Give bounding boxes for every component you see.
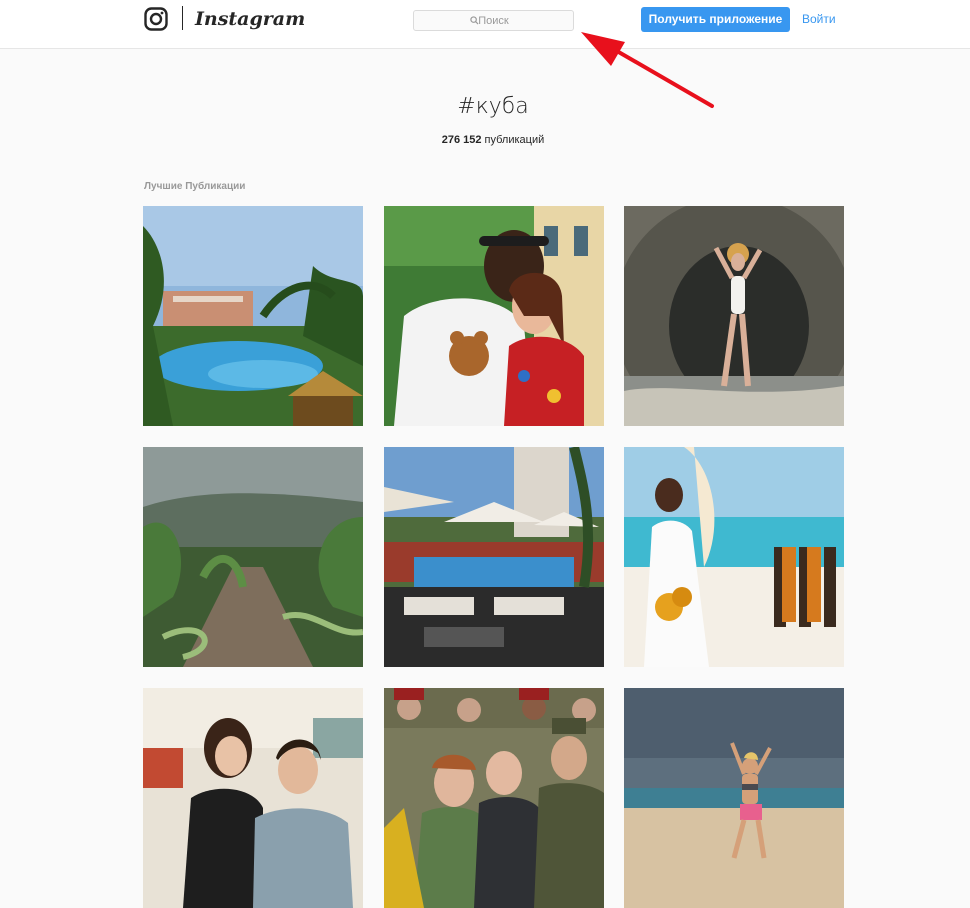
post-image <box>384 206 604 426</box>
post-image <box>624 447 844 667</box>
post-image <box>384 447 604 667</box>
instagram-camera-icon[interactable] <box>144 7 168 31</box>
post-count: 276 152 публикаций <box>0 132 970 148</box>
post-tile-crowd-leaders[interactable] <box>384 688 604 908</box>
top-posts-heading: Лучшие Публикации <box>144 181 246 192</box>
post-tile-sea-cave[interactable] <box>624 206 844 426</box>
post-tile-banana-plantation[interactable] <box>143 447 363 667</box>
post-tile-resort-pool[interactable] <box>143 206 363 426</box>
post-count-suffix: публикаций <box>484 134 545 146</box>
instagram-wordmark[interactable]: Instagram <box>195 4 305 34</box>
search-box[interactable] <box>413 10 574 31</box>
post-count-number: 276 152 <box>441 134 482 146</box>
post-image <box>624 206 844 426</box>
login-link[interactable]: Войти <box>802 7 836 32</box>
post-image <box>143 688 363 908</box>
post-image <box>624 688 844 908</box>
post-tile-woman-beach[interactable] <box>624 688 844 908</box>
post-tile-poolside-umbrellas[interactable] <box>384 447 604 667</box>
post-tile-bride-beach[interactable] <box>624 447 844 667</box>
post-tile-couple-in-car[interactable] <box>143 688 363 908</box>
logo-divider <box>182 6 183 30</box>
top-bar: Instagram Получить приложение Войти <box>0 0 970 49</box>
post-image <box>143 206 363 426</box>
search-input[interactable] <box>414 11 573 30</box>
hashtag-title: #куба <box>457 94 529 119</box>
post-image <box>384 688 604 908</box>
post-tile-couple[interactable] <box>384 206 604 426</box>
post-image <box>143 447 363 667</box>
